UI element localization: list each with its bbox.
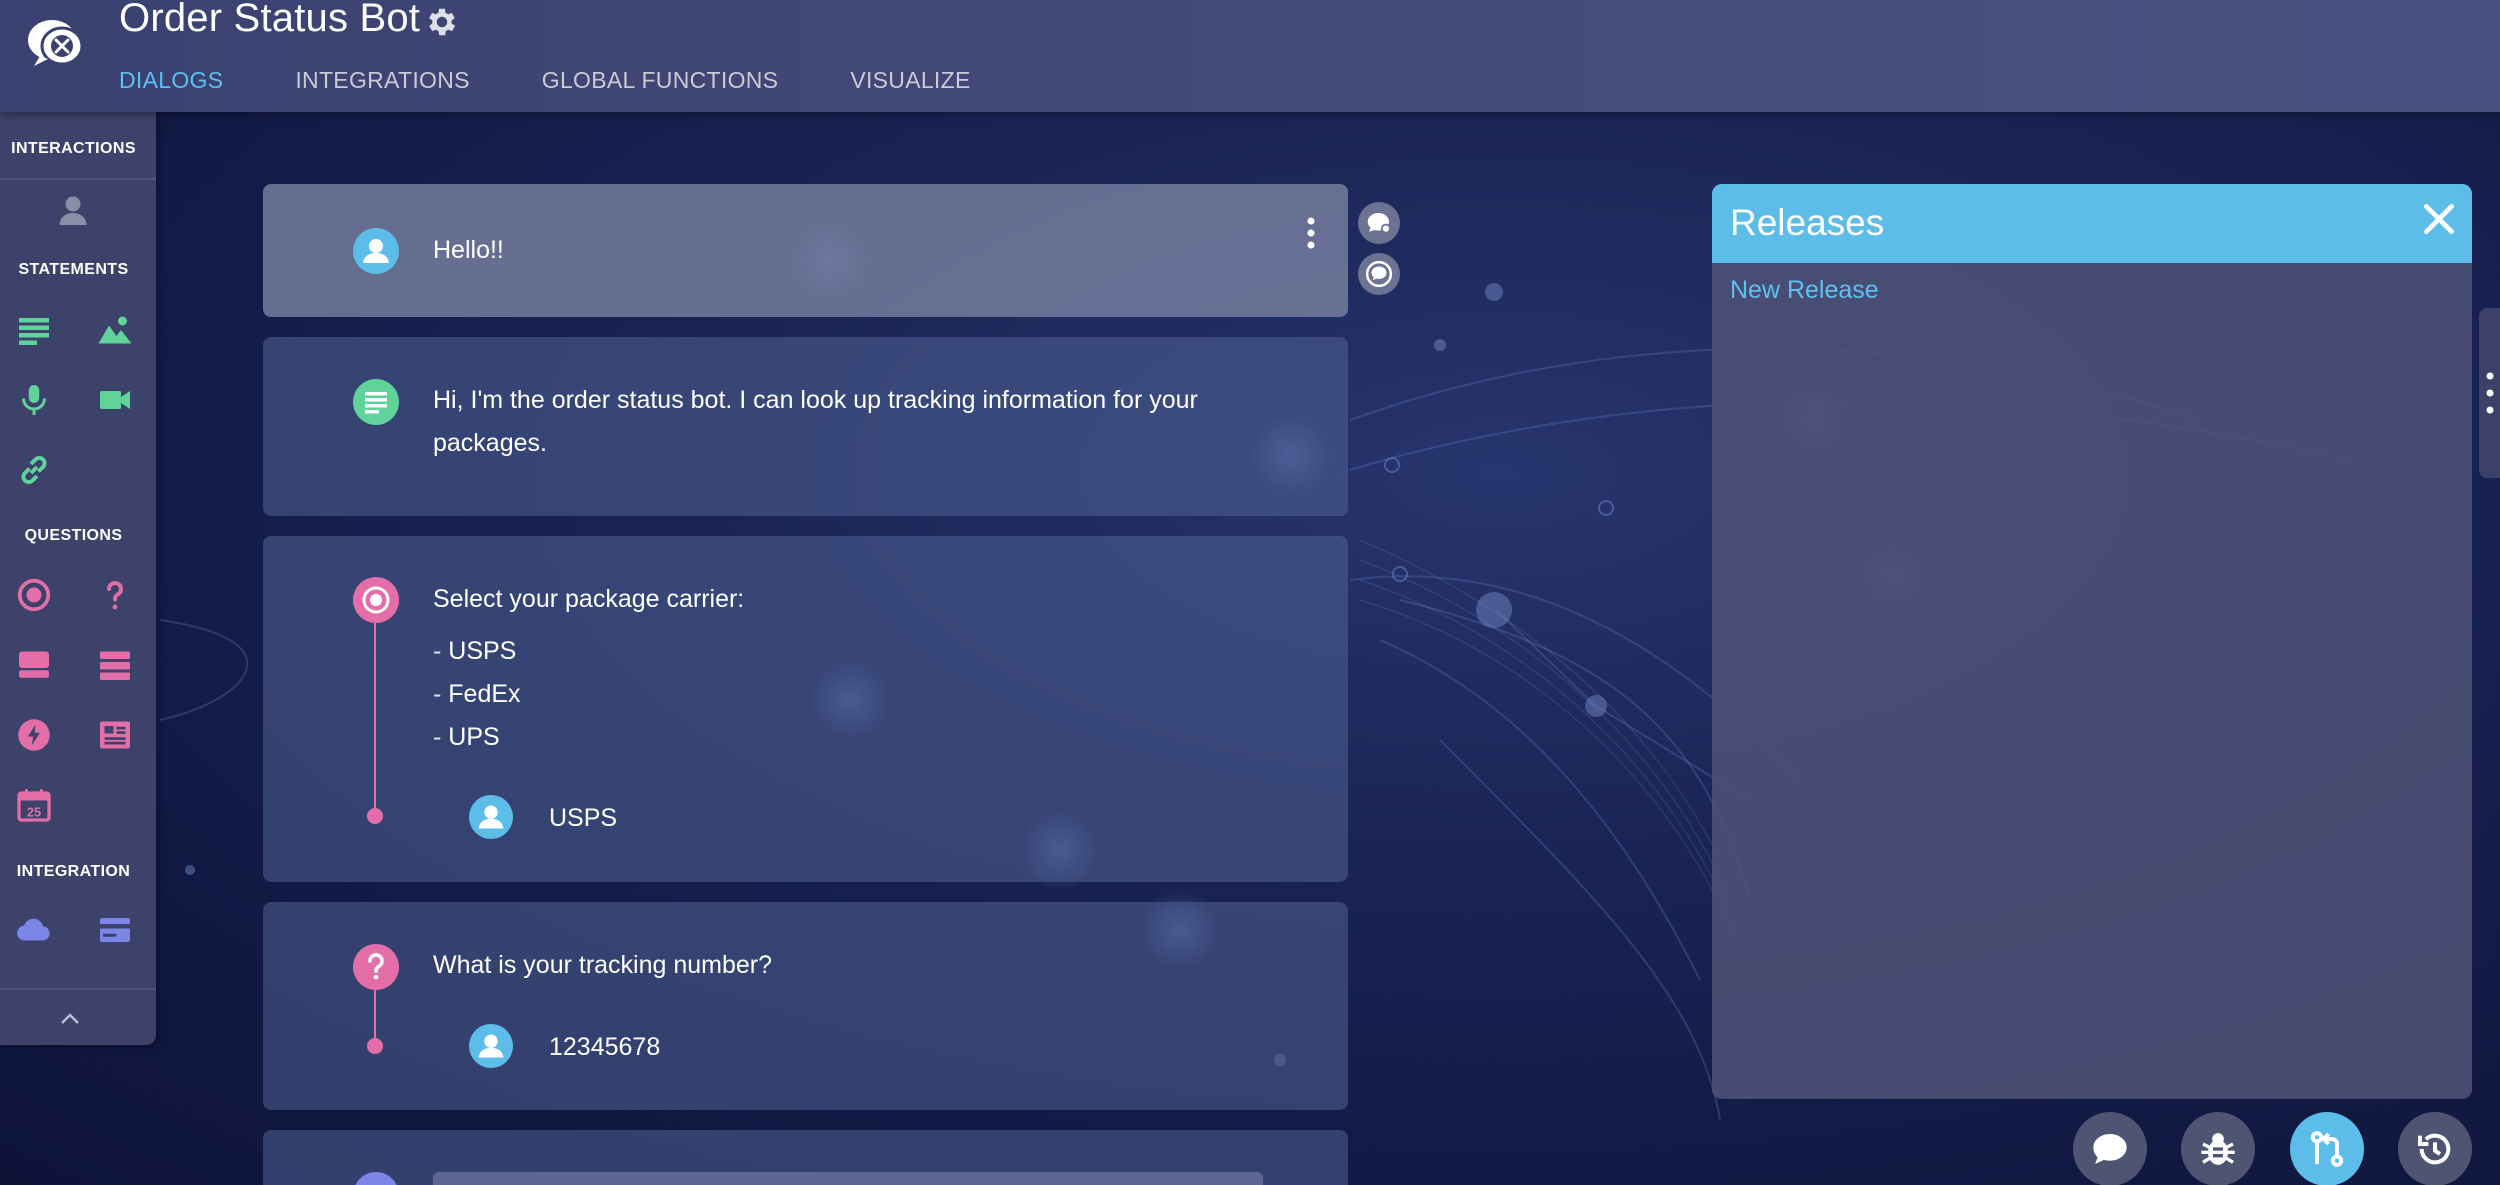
releases-title: Releases [1730, 202, 1885, 243]
user-icon[interactable] [55, 192, 91, 228]
link-icon[interactable] [16, 452, 52, 488]
tab-visualize[interactable]: VISUALIZE [850, 64, 970, 98]
form-icon[interactable] [97, 717, 133, 753]
card-icon[interactable] [16, 647, 52, 683]
cloud-icon[interactable] [16, 912, 52, 948]
toolbar-divider [0, 178, 156, 180]
user-avatar-icon [353, 228, 399, 274]
more-vertical-icon[interactable] [1306, 216, 1316, 250]
drag-handle-icon [2486, 372, 2494, 414]
statement-text-line-2: packages. [433, 429, 547, 457]
history-button[interactable] [2398, 1112, 2472, 1185]
dialog-card-partial[interactable] [263, 1130, 1348, 1185]
question-connector-dot [367, 1038, 383, 1054]
main-tabs: DIALOGS INTEGRATIONS GLOBAL FUNCTIONS VI… [119, 64, 1043, 98]
question-prompt: What is your tracking number? [433, 951, 773, 979]
video-icon[interactable] [97, 382, 133, 418]
add-comment-button[interactable] [1358, 202, 1400, 244]
user-reply-avatar-icon [469, 1024, 513, 1068]
question-mark-icon[interactable] [97, 577, 133, 613]
user-message-text: Hello!! [433, 236, 504, 264]
integration-avatar-icon [353, 1172, 399, 1185]
chevron-up-icon[interactable] [58, 1008, 82, 1028]
dialog-card-statement[interactable]: Hi, I'm the order status bot. I can look… [263, 337, 1348, 516]
choice-options-list: USPS FedEx UPS [433, 630, 521, 759]
app-title: Order Status Bot [119, 0, 421, 40]
close-icon[interactable] [2420, 200, 2458, 238]
bot-logo-icon [28, 20, 84, 66]
toolbar-heading-statements: STATEMENTS [18, 261, 129, 278]
tab-global-functions[interactable]: GLOBAL FUNCTIONS [542, 64, 779, 98]
choice-question-avatar-icon [353, 577, 399, 623]
payment-card-icon[interactable] [97, 912, 133, 948]
image-icon[interactable] [97, 312, 133, 348]
choice-option: UPS [433, 716, 521, 759]
lightning-icon[interactable] [16, 717, 52, 753]
component-toolbar: INTERACTIONS STATEMENTS QUESTIONS 25 INT… [0, 112, 156, 1045]
list-icon[interactable] [97, 647, 133, 683]
releases-button[interactable] [2290, 1112, 2364, 1185]
question-avatar-icon [353, 944, 399, 990]
dialog-card-user-input[interactable]: Hello!! [263, 184, 1348, 317]
tab-integrations[interactable]: INTEGRATIONS [295, 64, 469, 98]
dialog-card-question[interactable]: What is your tracking number? 12345678 [263, 902, 1348, 1110]
input-placeholder-bar[interactable] [433, 1172, 1263, 1185]
chat-bubble-icon [1365, 260, 1393, 288]
add-response-button[interactable] [1358, 253, 1400, 295]
merge-icon [2310, 1131, 2344, 1167]
choice-question-prompt: Select your package carrier: [433, 585, 745, 613]
chat-preview-button[interactable] [2073, 1112, 2147, 1185]
debug-button[interactable] [2181, 1112, 2255, 1185]
toolbar-heading-integration: INTEGRATION [16, 863, 131, 880]
toolbar-heading-interactions: INTERACTIONS [11, 140, 136, 157]
calendar-day-label: 25 [27, 804, 41, 819]
history-icon [2418, 1133, 2451, 1165]
choice-option: FedEx [433, 673, 520, 716]
new-release-link[interactable]: New Release [1730, 276, 1879, 305]
statement-avatar-icon [353, 379, 399, 425]
chat-icon [2093, 1134, 2127, 1164]
toolbar-divider [0, 988, 156, 990]
user-reply-text: 12345678 [549, 1033, 661, 1061]
choice-option: USPS [433, 630, 521, 673]
text-icon[interactable] [16, 312, 52, 348]
question-connector-dot [367, 808, 383, 824]
tab-dialogs[interactable]: DIALOGS [119, 64, 223, 98]
user-reply-text: USPS [549, 804, 618, 832]
question-connector-line [374, 596, 376, 816]
dialog-card-choice-question[interactable]: Select your package carrier: USPS FedEx … [263, 536, 1348, 882]
bug-icon [2201, 1133, 2235, 1165]
settings-gear-icon[interactable] [424, 4, 460, 40]
app-header: Order Status Bot DIALOGS INTEGRATIONS GL… [0, 0, 2500, 112]
releases-header: Releases [1712, 184, 2472, 263]
releases-panel: Releases New Release [1712, 184, 2472, 1099]
user-reply-avatar-icon [469, 795, 513, 839]
statement-text-line-1: Hi, I'm the order status bot. I can look… [433, 386, 1198, 414]
audio-icon[interactable] [16, 382, 52, 418]
calendar-icon[interactable]: 25 [16, 787, 52, 823]
radio-choice-icon[interactable] [16, 577, 52, 613]
chat-settings-icon [1367, 213, 1391, 234]
right-drawer-handle[interactable] [2479, 308, 2500, 478]
toolbar-heading-questions: QUESTIONS [24, 527, 123, 544]
